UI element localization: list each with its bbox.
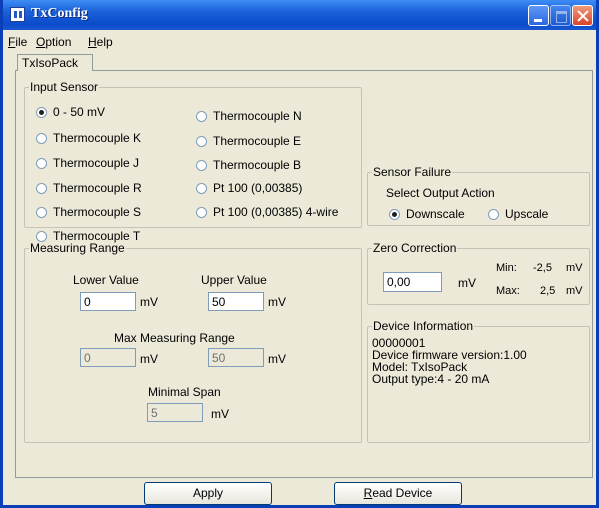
zero-correction-group: Zero Correction mV Min: -2,5 mV Max: 2,5…: [367, 241, 590, 305]
radio-downscale[interactable]: Downscale: [389, 207, 465, 221]
max-upper-unit-label: mV: [268, 352, 286, 366]
lower-value-label: Lower Value: [73, 273, 139, 287]
device-information-legend: Device Information: [373, 319, 474, 333]
device-information-group: Device Information 00000001 Device firmw…: [367, 319, 590, 443]
menu-option[interactable]: Option: [36, 35, 71, 49]
radio-selected-icon: [389, 208, 400, 220]
menu-help[interactable]: Help: [88, 35, 113, 49]
txconfig-window: TxConfig File Option Help TxIsoPack Inpu…: [0, 0, 599, 508]
upper-unit-label: mV: [268, 295, 286, 309]
input-sensor-legend: Input Sensor: [30, 80, 99, 94]
radio-icon: [36, 132, 47, 144]
tab-txisopack[interactable]: TxIsoPack: [17, 54, 93, 71]
radio-thermocouple-j[interactable]: Thermocouple J: [36, 156, 139, 170]
max-value: 2,5: [540, 285, 556, 297]
minimal-span-unit-label: mV: [211, 407, 229, 421]
minimal-span-input: [147, 403, 203, 422]
lower-unit-label: mV: [140, 295, 158, 309]
read-device-button[interactable]: Read Device: [334, 482, 462, 505]
sensor-failure-group: Sensor Failure Select Output Action Down…: [367, 165, 590, 226]
radio-icon: [36, 230, 47, 242]
radio-thermocouple-s[interactable]: Thermocouple S: [36, 205, 141, 219]
upper-value-input[interactable]: [208, 292, 264, 311]
radio-icon: [36, 206, 47, 218]
max-measuring-range-label: Max Measuring Range: [114, 331, 235, 345]
radio-icon: [36, 182, 47, 194]
radio-upscale[interactable]: Upscale: [488, 207, 548, 221]
device-output-type: Output type:4 - 20 mA: [372, 372, 490, 386]
app-icon[interactable]: [10, 7, 25, 22]
zero-correction-input[interactable]: [383, 272, 442, 292]
max-lower-input: [80, 348, 136, 367]
radio-0-50mv[interactable]: 0 - 50 mV: [36, 105, 105, 119]
zero-correction-legend: Zero Correction: [373, 241, 457, 255]
radio-thermocouple-r[interactable]: Thermocouple R: [36, 181, 142, 195]
close-button[interactable]: [572, 5, 593, 26]
upper-value-label: Upper Value: [201, 273, 267, 287]
max-unit-label: mV: [566, 285, 583, 297]
radio-thermocouple-b[interactable]: Thermocouple B: [196, 158, 301, 172]
min-unit-label: mV: [566, 262, 583, 274]
radio-icon: [196, 135, 207, 147]
max-label: Max:: [496, 285, 520, 297]
min-label: Min:: [496, 262, 517, 274]
apply-button[interactable]: Apply: [144, 482, 272, 505]
minimize-button[interactable]: [528, 5, 549, 26]
lower-value-input[interactable]: [80, 292, 136, 311]
menu-file[interactable]: File: [8, 35, 27, 49]
radio-icon: [196, 182, 207, 194]
tab-panel: Input Sensor 0 - 50 mV Thermocouple K Th…: [15, 70, 593, 505]
radio-icon: [196, 206, 207, 218]
radio-icon: [196, 159, 207, 171]
radio-pt100-4wire[interactable]: Pt 100 (0,00385) 4-wire: [196, 205, 338, 219]
measuring-range-legend: Measuring Range: [30, 241, 125, 255]
radio-icon: [36, 157, 47, 169]
select-output-action-label: Select Output Action: [386, 186, 495, 200]
maximize-button[interactable]: [550, 5, 571, 26]
minimal-span-label: Minimal Span: [148, 385, 221, 399]
radio-icon: [488, 208, 499, 220]
window-title: TxConfig: [31, 6, 88, 21]
zero-correction-unit-label: mV: [458, 276, 476, 290]
measuring-range-group: Measuring Range Lower Value mV Upper Val…: [24, 241, 362, 443]
radio-thermocouple-n[interactable]: Thermocouple N: [196, 109, 302, 123]
sensor-failure-legend: Sensor Failure: [373, 165, 452, 179]
radio-thermocouple-e[interactable]: Thermocouple E: [196, 134, 301, 148]
max-upper-input: [208, 348, 264, 367]
radio-selected-icon: [36, 106, 47, 118]
radio-thermocouple-k[interactable]: Thermocouple K: [36, 131, 141, 145]
radio-pt100[interactable]: Pt 100 (0,00385): [196, 181, 302, 195]
title-bar[interactable]: TxConfig: [3, 0, 596, 30]
input-sensor-group: Input Sensor 0 - 50 mV Thermocouple K Th…: [24, 80, 362, 243]
max-lower-unit-label: mV: [140, 352, 158, 366]
radio-icon: [196, 110, 207, 122]
min-value: -2,5: [533, 262, 552, 274]
